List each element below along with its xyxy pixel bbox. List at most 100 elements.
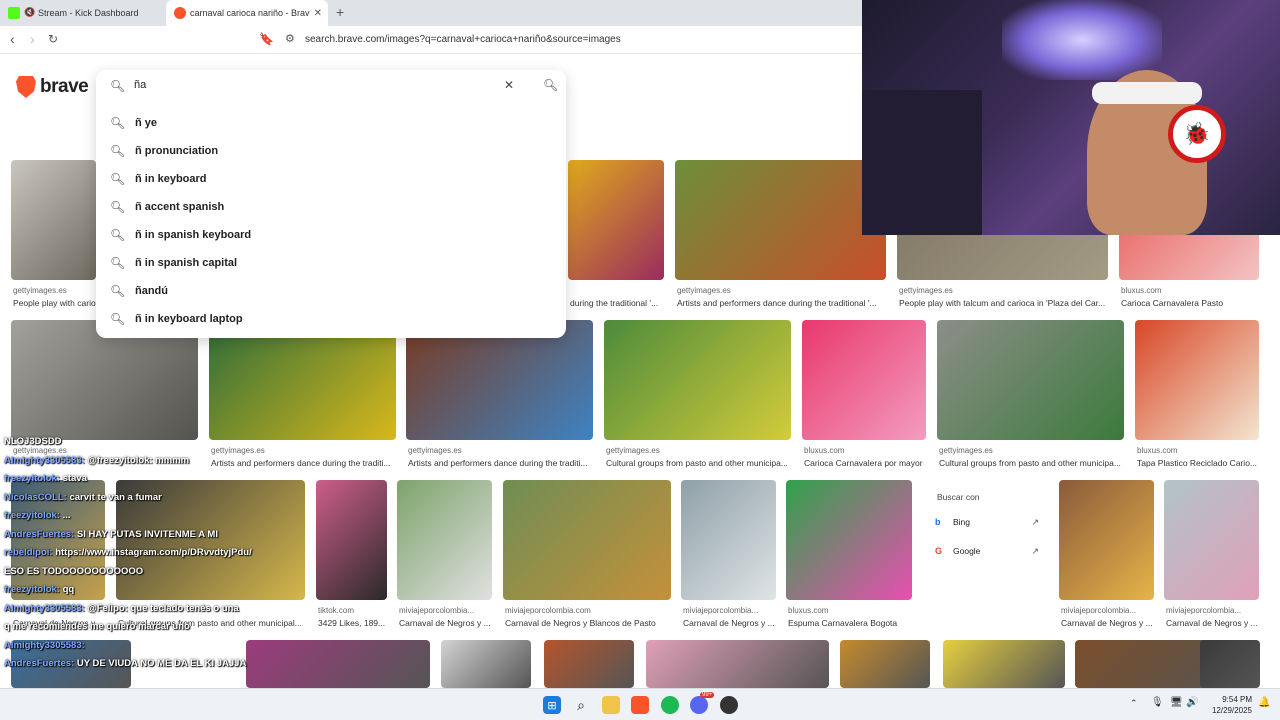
brave-favicon-icon <box>174 7 186 19</box>
result-caption[interactable]: Cultural groups from pasto and other mun… <box>606 458 788 468</box>
microphone-icon[interactable]: 🎙 <box>1151 697 1164 708</box>
image-result[interactable] <box>11 160 96 280</box>
result-source[interactable]: miviajeporcolombia... <box>1166 606 1241 615</box>
discord-icon[interactable] <box>690 696 708 714</box>
image-result[interactable] <box>1135 320 1259 440</box>
search-with-bing[interactable]: b Bing ↗ <box>935 514 1039 530</box>
result-caption[interactable]: Carioca Carnavalera por mayor <box>804 458 923 468</box>
image-result[interactable] <box>568 160 664 280</box>
chat-message: ESO ES TODOOOOOOOOOOO <box>4 566 143 577</box>
result-source[interactable]: gettyimages.es <box>408 446 462 455</box>
result-source[interactable]: bluxus.com <box>1137 446 1177 455</box>
image-result[interactable] <box>604 320 791 440</box>
image-result[interactable] <box>802 320 926 440</box>
result-source[interactable]: bluxus.com <box>1121 286 1161 295</box>
result-source[interactable]: miviajeporcolombia... <box>683 606 758 615</box>
result-caption[interactable]: Tapa Plastico Reciclado Cario... <box>1137 458 1257 468</box>
file-explorer-icon[interactable] <box>602 696 620 714</box>
result-caption[interactable]: Carnaval de Negros y ... <box>683 618 775 628</box>
suggestion-item[interactable]: 🔍︎ ñ pronunciation <box>96 137 566 165</box>
result-caption[interactable]: Artists and performers dance during the … <box>677 298 877 308</box>
search-with-google[interactable]: G Google ↗ <box>935 543 1039 559</box>
back-icon[interactable]: ‹ <box>10 31 15 47</box>
obs-icon[interactable] <box>720 696 738 714</box>
image-result[interactable] <box>943 640 1065 688</box>
result-caption[interactable]: during the traditional '... <box>570 298 658 308</box>
result-source[interactable]: gettyimages.es <box>211 446 265 455</box>
suggestion-item[interactable]: 🔍︎ ñandú <box>96 277 566 305</box>
image-result[interactable] <box>397 480 492 600</box>
brave-icon[interactable] <box>631 696 649 714</box>
image-result[interactable] <box>786 480 912 600</box>
image-result[interactable] <box>316 480 387 600</box>
image-result[interactable] <box>246 640 430 688</box>
result-caption[interactable]: Carioca Carnavalera Pasto <box>1121 298 1223 308</box>
result-caption[interactable]: Carnaval de Negros y ... <box>1166 618 1258 628</box>
result-source[interactable]: gettyimages.es <box>606 446 660 455</box>
result-caption[interactable]: People play with talcum and carioca in '… <box>899 298 1105 308</box>
close-tab-icon[interactable]: ✕ <box>314 8 322 19</box>
result-source[interactable]: tiktok.com <box>318 606 354 615</box>
image-result[interactable] <box>681 480 776 600</box>
search-icon[interactable]: ⌕ <box>572 696 590 714</box>
result-caption[interactable]: Cultural groups from pasto and other mun… <box>939 458 1121 468</box>
address-url[interactable]: search.brave.com/images?q=carnaval+cario… <box>305 34 621 45</box>
suggestion-item[interactable]: 🔍︎ ñ in spanish capital <box>96 249 566 277</box>
result-caption[interactable]: Espuma Carnavalera Bogota <box>788 618 897 628</box>
image-result[interactable] <box>406 320 593 440</box>
suggestion-item[interactable]: 🔍︎ ñ in spanish keyboard <box>96 221 566 249</box>
clock[interactable]: 9:54 PM 12/29/2025 <box>1204 694 1252 716</box>
result-source[interactable]: gettyimages.es <box>13 286 67 295</box>
result-source[interactable]: miviajeporcolombia.com <box>505 606 591 615</box>
result-caption[interactable]: Carnaval de Negros y ... <box>399 618 491 628</box>
chat-text: @Felipo: que teclado tenés o una <box>87 602 239 614</box>
image-result[interactable] <box>503 480 671 600</box>
image-result[interactable] <box>937 320 1124 440</box>
suggestion-label: ñ pronunciation <box>135 145 219 157</box>
suggestion-item[interactable]: 🔍︎ ñ ye <box>96 109 566 137</box>
notification-bell-icon[interactable]: 🔔 <box>1258 697 1270 708</box>
result-caption[interactable]: People play with carioc <box>13 298 100 308</box>
chevron-up-icon[interactable]: ⌃ <box>1130 698 1138 709</box>
result-source[interactable]: bluxus.com <box>788 606 828 615</box>
suggestion-item[interactable]: 🔍︎ ñ in keyboard <box>96 165 566 193</box>
network-icon[interactable]: 🖥 <box>1170 697 1183 708</box>
suggestion-item[interactable]: 🔍︎ ñ accent spanish <box>96 193 566 221</box>
result-source[interactable]: gettyimages.es <box>677 286 731 295</box>
result-caption[interactable]: Carnaval de Negros y Blancos de Pasto <box>505 618 656 628</box>
result-source[interactable]: miviajeporcolombia... <box>399 606 474 615</box>
image-result[interactable] <box>1200 640 1260 688</box>
volume-icon[interactable]: 🔊 <box>1186 697 1198 708</box>
brave-logo[interactable]: brave <box>16 76 89 98</box>
result-source[interactable]: gettyimages.es <box>899 286 953 295</box>
image-result[interactable] <box>11 320 198 440</box>
forward-icon[interactable]: › <box>30 31 35 47</box>
submit-search-icon[interactable]: 🔍︎ <box>543 78 558 92</box>
image-result[interactable] <box>675 160 886 280</box>
result-caption[interactable]: 3429 Likes, 189... <box>318 618 385 628</box>
result-source[interactable]: bluxus.com <box>804 446 844 455</box>
image-result[interactable] <box>441 640 531 688</box>
tab-kick-dashboard[interactable]: 🔇 Stream - Kick Dashboard <box>0 0 166 26</box>
bookmark-icon[interactable]: 🔖 <box>259 32 274 46</box>
image-result[interactable] <box>646 640 829 688</box>
tab-brave-search[interactable]: carnaval carioca nariño - Brave S ✕ <box>166 0 328 26</box>
image-result[interactable] <box>1059 480 1154 600</box>
image-result[interactable] <box>840 640 930 688</box>
result-source[interactable]: miviajeporcolombia... <box>1061 606 1136 615</box>
reload-icon[interactable]: ↻ <box>48 32 58 46</box>
result-caption[interactable]: Carnaval de Negros y ... <box>1061 618 1153 628</box>
result-source[interactable]: gettyimages.es <box>939 446 993 455</box>
result-caption[interactable]: Artists and performers dance during the … <box>408 458 588 468</box>
clear-search-icon[interactable]: ✕ <box>504 78 514 92</box>
windows-start-icon[interactable]: ⊞ <box>543 696 561 714</box>
search-input[interactable] <box>134 79 494 91</box>
suggestion-item[interactable]: 🔍︎ ñ in keyboard laptop <box>96 305 566 333</box>
image-result[interactable] <box>1164 480 1259 600</box>
image-result[interactable] <box>544 640 634 688</box>
result-caption[interactable]: Artists and performers dance during the … <box>211 458 391 468</box>
site-info-icon[interactable]: ⚙ <box>285 32 295 45</box>
new-tab-icon[interactable]: + <box>336 4 344 20</box>
image-result[interactable] <box>209 320 396 440</box>
spotify-icon[interactable] <box>661 696 679 714</box>
